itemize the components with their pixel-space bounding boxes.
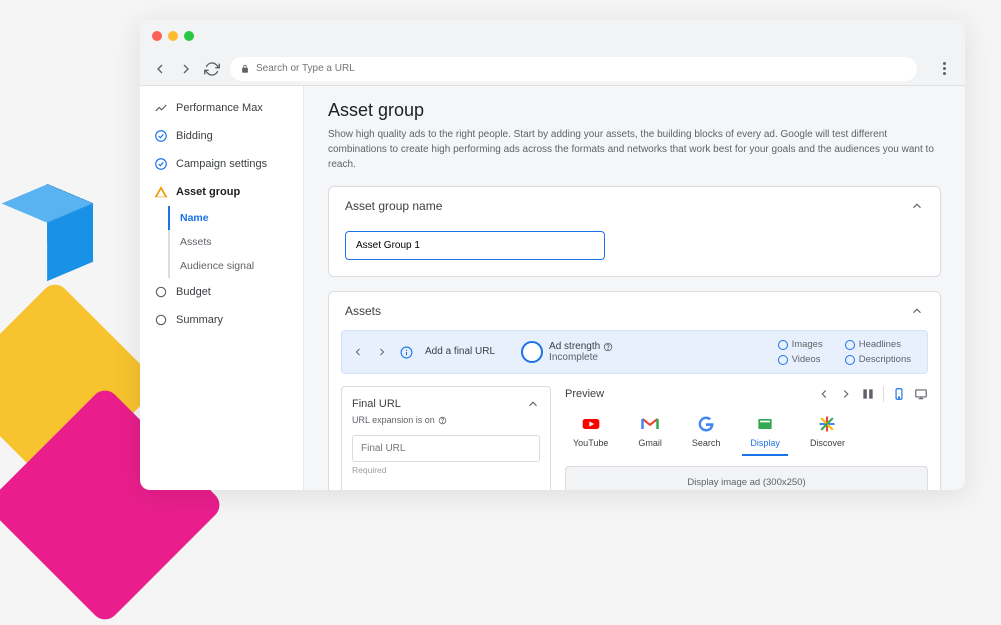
close-traffic-light[interactable]	[152, 31, 162, 41]
final-url-input[interactable]	[352, 435, 540, 462]
collapse-icon[interactable]	[910, 304, 924, 318]
asset-group-name-input[interactable]	[345, 231, 605, 260]
display-icon	[755, 414, 775, 434]
trend-icon	[154, 101, 168, 115]
sidebar-item-campaign-settings[interactable]: Campaign settings	[140, 150, 303, 178]
decor-cube	[25, 193, 71, 271]
preview-title: Preview	[565, 388, 604, 400]
sidebar-item-budget[interactable]: Budget	[140, 278, 303, 306]
help-icon[interactable]	[603, 342, 613, 352]
main-area: Asset group Show high quality ads to the…	[304, 86, 965, 490]
sidebar-sub-name[interactable]: Name	[168, 206, 303, 230]
sidebar-label: Bidding	[176, 130, 213, 142]
sidebar-item-summary[interactable]: Summary	[140, 306, 303, 334]
final-url-sub: URL expansion is on	[352, 415, 435, 425]
sidebar-sub-assets[interactable]: Assets	[168, 230, 303, 254]
check-circle-icon	[154, 157, 168, 171]
desktop-icon[interactable]	[914, 387, 928, 401]
final-url-title: Final URL	[352, 398, 401, 410]
back-button[interactable]	[152, 61, 168, 77]
page-title: Asset group	[328, 100, 941, 121]
ad-strength-status: Incomplete	[549, 352, 613, 363]
network-discover[interactable]: Discover	[802, 410, 853, 456]
final-url-panel: Final URL URL expansion is on Required	[341, 386, 551, 490]
youtube-icon	[581, 414, 601, 434]
circle-icon	[154, 313, 168, 327]
network-youtube[interactable]: YouTube	[565, 410, 616, 456]
sidebar-item-bidding[interactable]: Bidding	[140, 122, 303, 150]
assets-card: Assets Add a final URL Ad strength	[328, 291, 941, 490]
asset-group-name-card: Asset group name	[328, 186, 941, 277]
warning-icon	[154, 185, 168, 199]
sidebar-item-performance-max[interactable]: Performance Max	[140, 94, 303, 122]
preview-panel: Preview	[565, 386, 928, 490]
network-gmail[interactable]: Gmail	[630, 410, 670, 456]
check-circle-icon	[154, 129, 168, 143]
discover-icon	[817, 414, 837, 434]
option-images[interactable]: Images	[778, 339, 823, 350]
next-step-button[interactable]	[376, 346, 388, 358]
sidebar-label: Performance Max	[176, 102, 263, 114]
url-input-container[interactable]	[230, 57, 917, 81]
ad-strength-label: Ad strength	[549, 341, 600, 352]
gmail-icon	[640, 414, 660, 434]
collapse-icon[interactable]	[910, 199, 924, 213]
sidebar: Performance Max Bidding Campaign setting…	[140, 86, 304, 490]
max-traffic-light[interactable]	[184, 31, 194, 41]
card-title: Assets	[345, 304, 381, 318]
option-videos[interactable]: Videos	[778, 354, 823, 365]
browser-window: Performance Max Bidding Campaign setting…	[140, 20, 965, 490]
reload-button[interactable]	[204, 61, 220, 77]
sidebar-item-asset-group[interactable]: Asset group	[140, 178, 303, 206]
forward-button[interactable]	[178, 61, 194, 77]
option-descriptions[interactable]: Descriptions	[845, 354, 911, 365]
prev-step-button[interactable]	[352, 346, 364, 358]
separator	[883, 386, 884, 402]
google-icon	[696, 414, 716, 434]
network-search[interactable]: Search	[684, 410, 729, 456]
prev-preview-button[interactable]	[817, 387, 831, 401]
ad-preview-box: Display image ad (300x250)	[565, 466, 928, 490]
lock-icon	[240, 64, 250, 74]
ad-strength-block: Ad strength Incomplete	[521, 341, 613, 363]
add-final-url-label: Add a final URL	[425, 346, 495, 359]
sidebar-label: Campaign settings	[176, 158, 267, 170]
columns-icon[interactable]	[861, 387, 875, 401]
sidebar-label: Asset group	[176, 186, 240, 198]
next-preview-button[interactable]	[839, 387, 853, 401]
assets-toolbar: Add a final URL Ad strength Incomplete	[341, 330, 928, 374]
mobile-icon[interactable]	[892, 387, 906, 401]
titlebar	[140, 20, 965, 52]
sidebar-label: Summary	[176, 314, 223, 326]
url-bar	[140, 52, 965, 86]
option-headlines[interactable]: Headlines	[845, 339, 911, 350]
min-traffic-light[interactable]	[168, 31, 178, 41]
browser-menu-button[interactable]	[935, 60, 953, 78]
card-title: Asset group name	[345, 199, 442, 213]
help-icon[interactable]	[438, 416, 447, 425]
collapse-icon[interactable]	[526, 397, 540, 411]
url-input[interactable]	[256, 63, 907, 74]
info-icon	[400, 346, 413, 359]
ad-strength-ring-icon	[521, 341, 543, 363]
preview-networks: YouTube Gmail Search	[565, 410, 928, 456]
network-display[interactable]: Display	[742, 410, 788, 456]
required-label: Required	[352, 465, 540, 475]
sidebar-sub-audience[interactable]: Audience signal	[168, 254, 303, 278]
page-description: Show high quality ads to the right peopl…	[328, 127, 941, 172]
circle-icon	[154, 285, 168, 299]
ad-preview-label: Display image ad (300x250)	[687, 477, 805, 488]
sidebar-label: Budget	[176, 286, 211, 298]
